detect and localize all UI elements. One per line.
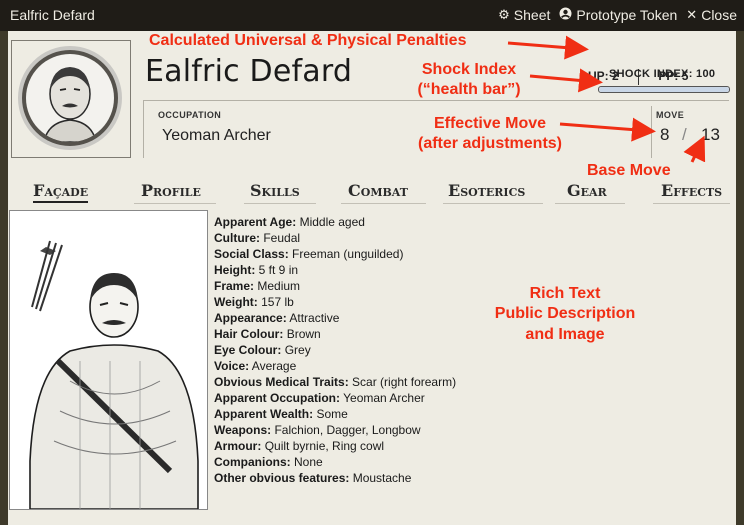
arrow-to-base-move — [683, 135, 706, 163]
arrow-to-penalties — [507, 35, 589, 60]
annotation-arrows — [507, 35, 706, 163]
arrow-to-shock-bar — [529, 68, 603, 93]
arrow-to-effective-move — [559, 117, 656, 142]
